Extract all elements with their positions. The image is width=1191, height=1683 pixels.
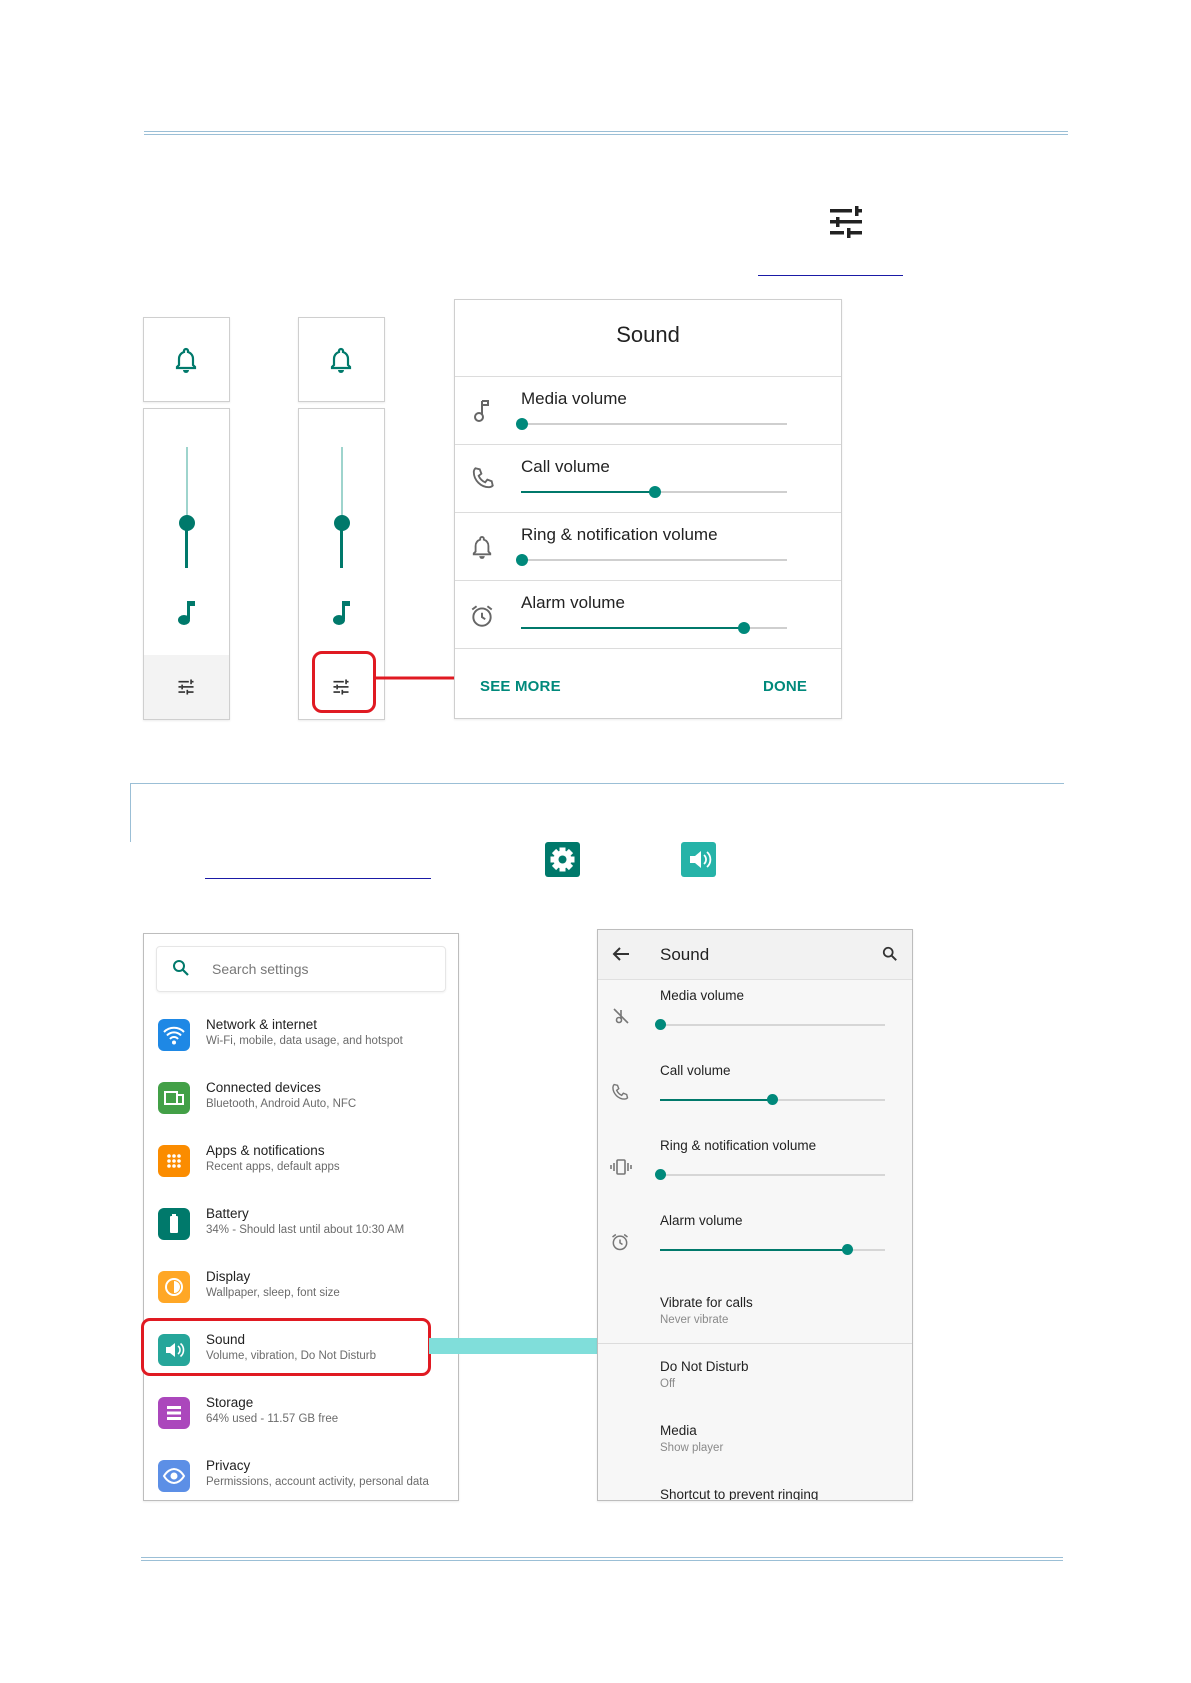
footer-rule bbox=[141, 1557, 1063, 1561]
option-value: Off bbox=[660, 1378, 676, 1390]
volume-label: Media volume bbox=[660, 988, 745, 1003]
ring-volume-thumb[interactable] bbox=[516, 554, 528, 566]
search-icon bbox=[172, 959, 190, 977]
brightness-icon bbox=[158, 1271, 190, 1303]
search-icon[interactable] bbox=[882, 946, 898, 962]
item-title: Connected devices bbox=[206, 1080, 321, 1095]
bell-icon bbox=[471, 535, 493, 559]
bell-icon[interactable] bbox=[329, 347, 353, 373]
item-subtitle: Wi-Fi, mobile, data usage, and hotspot bbox=[206, 1035, 403, 1047]
highlight-box-sound bbox=[141, 1318, 431, 1376]
header-rule bbox=[144, 131, 1068, 135]
alarm-icon bbox=[469, 603, 495, 629]
volume-label: Call volume bbox=[660, 1063, 731, 1078]
item-title: Apps & notifications bbox=[206, 1143, 325, 1158]
row-label: Media volume bbox=[521, 389, 627, 408]
see-more-button[interactable]: SEE MORE bbox=[480, 678, 561, 695]
item-title: Battery bbox=[206, 1206, 249, 1221]
item-subtitle: 34% - Should last until about 10:30 AM bbox=[206, 1224, 405, 1236]
music-off-icon bbox=[612, 1007, 630, 1025]
item-title: Network & internet bbox=[206, 1017, 318, 1032]
item-subtitle: Bluetooth, Android Auto, NFC bbox=[206, 1098, 357, 1110]
settings-item-display[interactable]: Display Wallpaper, sleep, font size bbox=[144, 1261, 456, 1323]
mini-volume-slider-1[interactable] bbox=[143, 408, 230, 720]
wifi-icon bbox=[158, 1019, 190, 1051]
settings-screen: Search settings Network & internet Wi-Fi… bbox=[143, 933, 459, 1501]
divider bbox=[598, 1343, 912, 1344]
privacy-eye-icon bbox=[158, 1460, 190, 1492]
music-note-icon bbox=[331, 599, 351, 627]
back-arrow-icon[interactable] bbox=[612, 946, 630, 962]
alarm-volume-row: Alarm volume bbox=[455, 580, 841, 649]
mini-volume-panel-1 bbox=[143, 317, 230, 402]
volume-thumb[interactable] bbox=[179, 515, 195, 531]
sound-settings-screen: Sound Media volume Call volume Ring & no… bbox=[597, 929, 913, 1501]
vibrate-icon bbox=[610, 1158, 632, 1176]
settings-gear-icon bbox=[545, 842, 580, 877]
call-volume-thumb[interactable] bbox=[767, 1094, 778, 1105]
option-label[interactable]: Media bbox=[660, 1423, 697, 1438]
devices-icon bbox=[158, 1082, 190, 1114]
item-subtitle: Permissions, account activity, personal … bbox=[206, 1476, 429, 1488]
mini-volume-panel-2 bbox=[298, 317, 385, 402]
option-label[interactable]: Do Not Disturb bbox=[660, 1359, 749, 1374]
option-value: Never vibrate bbox=[660, 1314, 729, 1326]
row-label: Alarm volume bbox=[521, 593, 625, 612]
volume-label: Alarm volume bbox=[660, 1213, 743, 1228]
call-volume-thumb[interactable] bbox=[649, 486, 661, 498]
volume-label: Ring & notification volume bbox=[660, 1138, 817, 1153]
settings-item-connected-devices[interactable]: Connected devices Bluetooth, Android Aut… bbox=[144, 1072, 456, 1134]
settings-item-network[interactable]: Network & internet Wi-Fi, mobile, data u… bbox=[144, 1009, 456, 1071]
item-subtitle: 64% used - 11.57 GB free bbox=[206, 1413, 339, 1425]
search-placeholder: Search settings bbox=[212, 961, 309, 977]
item-title: Privacy bbox=[206, 1458, 251, 1473]
option-label[interactable]: Shortcut to prevent ringing bbox=[660, 1487, 818, 1500]
search-bar[interactable]: Search settings bbox=[156, 946, 446, 992]
item-subtitle: Recent apps, default apps bbox=[206, 1161, 340, 1173]
settings-item-storage[interactable]: Storage 64% used - 11.57 GB free bbox=[144, 1387, 456, 1449]
screen-title: Sound bbox=[660, 945, 710, 964]
tune-button-icon[interactable] bbox=[177, 679, 195, 695]
media-volume-row: Media volume bbox=[455, 376, 841, 445]
option-label[interactable]: Vibrate for calls bbox=[660, 1295, 753, 1310]
battery-icon bbox=[158, 1208, 190, 1240]
apps-icon bbox=[158, 1145, 190, 1177]
phone-icon bbox=[610, 1082, 630, 1102]
item-title: Storage bbox=[206, 1395, 254, 1410]
tune-icon bbox=[828, 205, 864, 239]
sound-speaker-icon bbox=[681, 842, 716, 877]
ring-volume-row: Ring & notification volume bbox=[455, 512, 841, 581]
alarm-volume-thumb[interactable] bbox=[738, 622, 750, 634]
storage-icon bbox=[158, 1397, 190, 1429]
dialog-title: Sound bbox=[616, 322, 680, 347]
music-note-icon bbox=[176, 599, 196, 627]
phone-icon bbox=[470, 465, 496, 491]
music-note-icon bbox=[473, 399, 491, 423]
media-volume-thumb[interactable] bbox=[655, 1019, 666, 1030]
section-frame bbox=[130, 783, 1064, 842]
bell-icon[interactable] bbox=[174, 347, 198, 373]
call-volume-row: Call volume bbox=[455, 444, 841, 513]
row-label: Call volume bbox=[521, 457, 610, 476]
settings-item-battery[interactable]: Battery 34% - Should last until about 10… bbox=[144, 1198, 456, 1260]
item-subtitle: Wallpaper, sleep, font size bbox=[206, 1287, 340, 1299]
link-underline-2 bbox=[205, 878, 431, 879]
alarm-volume-thumb[interactable] bbox=[842, 1244, 853, 1255]
app-bar: Sound bbox=[598, 930, 912, 980]
row-label: Ring & notification volume bbox=[521, 525, 718, 544]
media-volume-thumb[interactable] bbox=[516, 418, 528, 430]
sound-dialog: Sound Media volume Call volume Ring & no… bbox=[454, 299, 842, 719]
item-title: Display bbox=[206, 1269, 251, 1284]
done-button[interactable]: DONE bbox=[763, 678, 807, 695]
ring-volume-thumb[interactable] bbox=[655, 1169, 666, 1180]
volume-thumb[interactable] bbox=[334, 515, 350, 531]
link-underline-1 bbox=[758, 275, 903, 276]
option-value: Show player bbox=[660, 1442, 724, 1454]
highlight-box-tune bbox=[312, 651, 376, 713]
alarm-icon bbox=[610, 1232, 630, 1252]
settings-item-privacy[interactable]: Privacy Permissions, account activity, p… bbox=[144, 1450, 456, 1500]
settings-item-apps[interactable]: Apps & notifications Recent apps, defaul… bbox=[144, 1135, 456, 1197]
